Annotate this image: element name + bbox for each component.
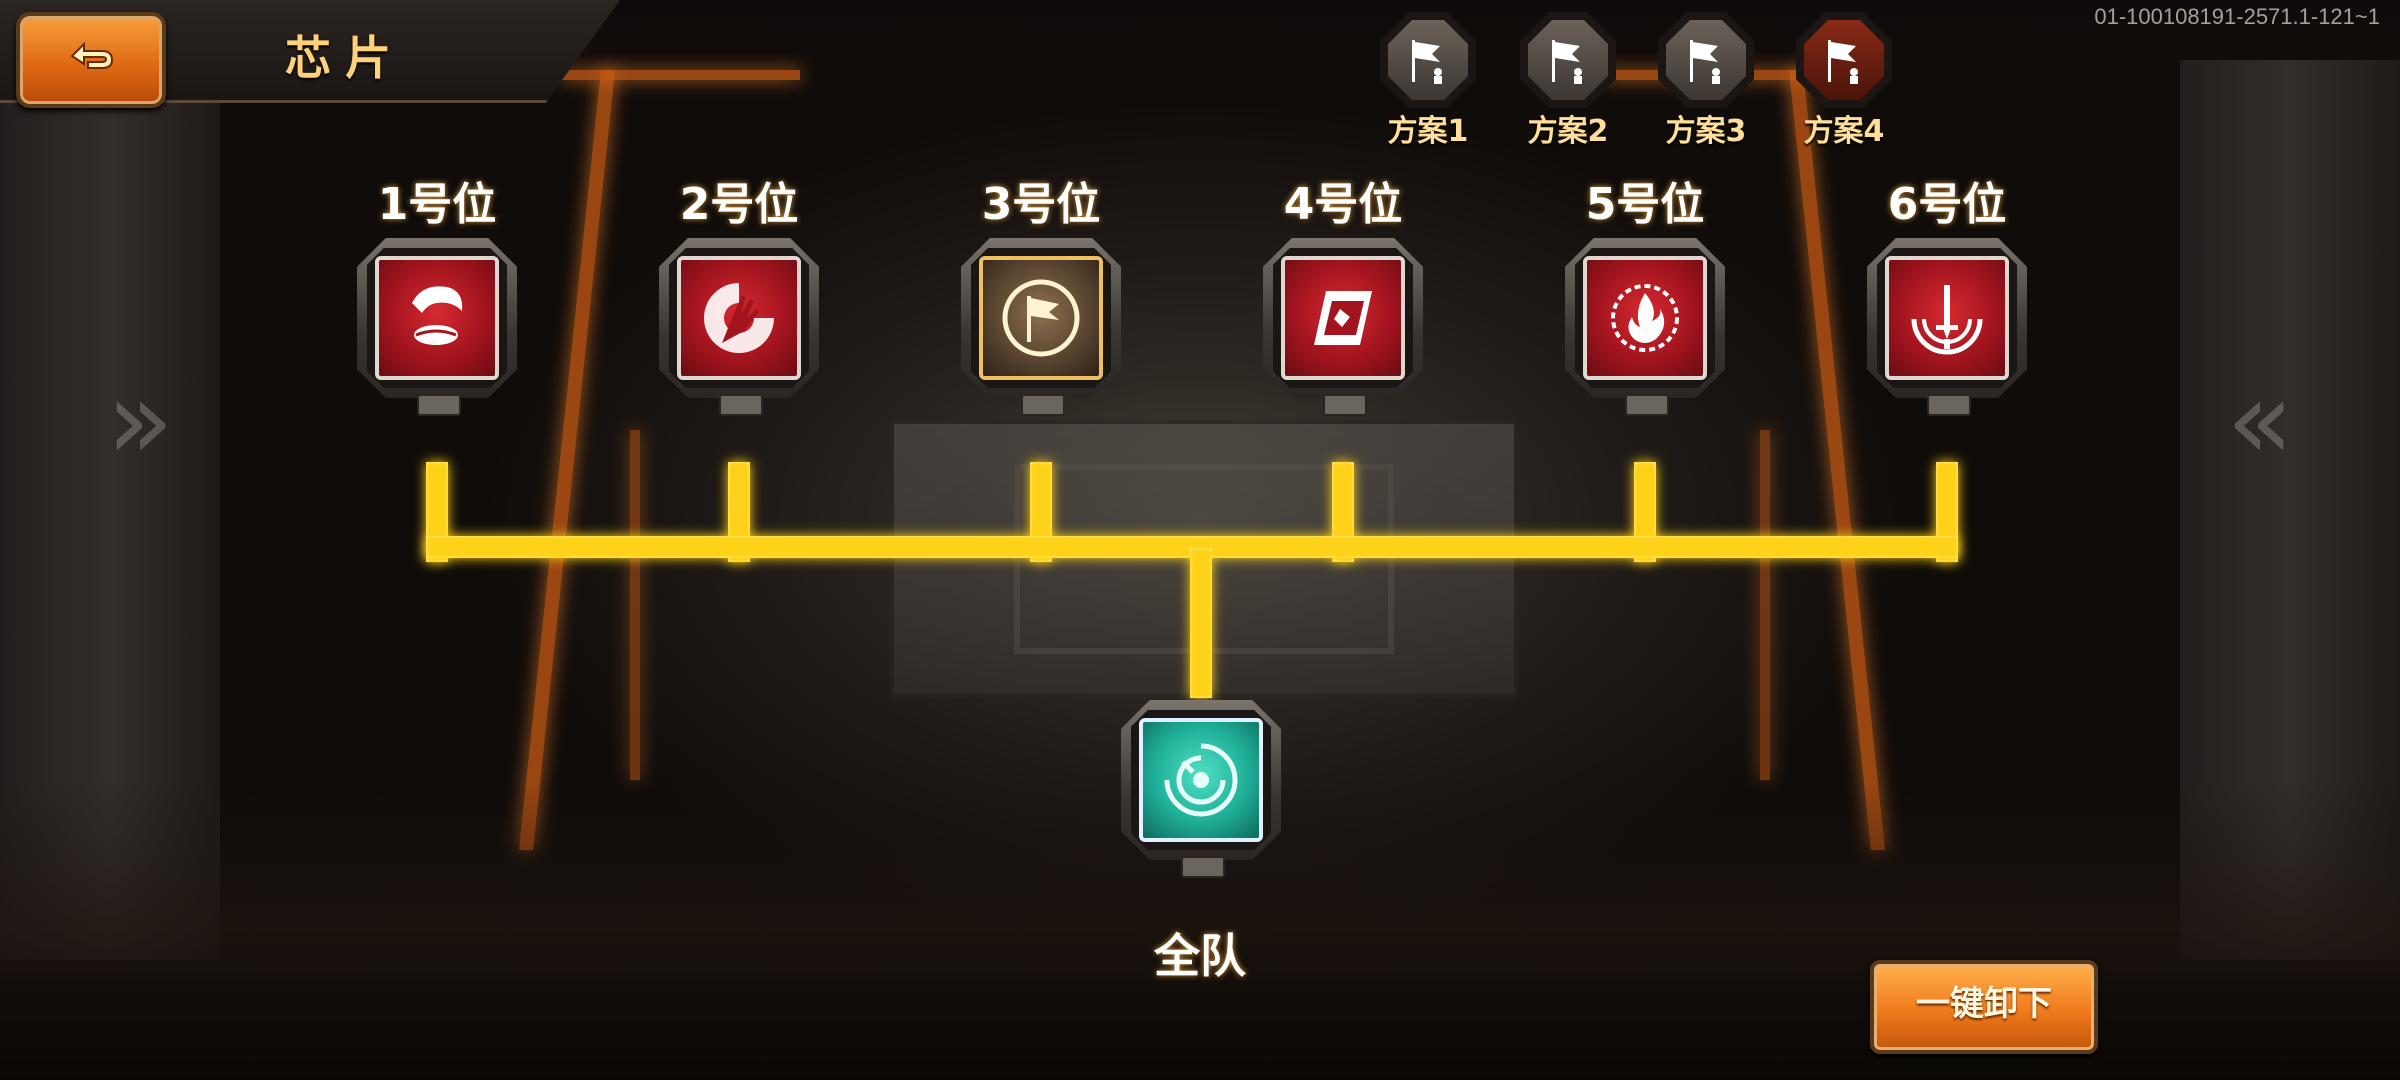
plan-label: 方案4 bbox=[1803, 114, 1885, 149]
slot-label: 6号位 bbox=[1887, 179, 2007, 230]
flag-icon bbox=[1690, 40, 1720, 84]
plan-tab-3[interactable]: 方案3 bbox=[1648, 12, 1758, 152]
chip-slot-5[interactable]: 5号位 bbox=[1545, 168, 1745, 438]
hand-icon bbox=[704, 283, 774, 353]
sword-icon bbox=[1911, 285, 1983, 355]
plan-label: 方案2 bbox=[1527, 114, 1609, 149]
card-icon bbox=[1314, 291, 1372, 345]
chip-red bbox=[1885, 256, 2009, 380]
flag-icon bbox=[1828, 40, 1858, 84]
chip-red bbox=[1583, 256, 1707, 380]
plan-label: 方案3 bbox=[1665, 114, 1747, 149]
chip-slot-3[interactable]: 3号位 bbox=[941, 168, 1141, 438]
skull-lips-icon bbox=[412, 286, 463, 345]
back-arrow-icon bbox=[70, 41, 114, 69]
page-title: 芯片 bbox=[285, 31, 405, 85]
plan-tab-4[interactable]: 方案4 bbox=[1786, 12, 1896, 152]
flame-icon bbox=[1611, 284, 1679, 352]
plan-label: 方案1 bbox=[1387, 114, 1469, 149]
flag-icon bbox=[1552, 40, 1582, 84]
chip-slot-6[interactable]: 6号位 bbox=[1847, 168, 2047, 438]
vortex-icon bbox=[1164, 743, 1238, 817]
back-button[interactable] bbox=[16, 12, 166, 108]
flag-icon bbox=[1412, 40, 1442, 84]
version-text: 01-100108191-2571.1-121~1 bbox=[2094, 4, 2380, 29]
chip-red bbox=[375, 256, 499, 380]
slot-label: 5号位 bbox=[1585, 179, 1705, 230]
slot-label: 3号位 bbox=[981, 179, 1101, 230]
slot-label: 2号位 bbox=[679, 179, 799, 230]
chip-teal bbox=[1139, 718, 1263, 842]
chip-gold bbox=[979, 256, 1103, 380]
chip-slot-team[interactable] bbox=[1101, 640, 1301, 910]
team-label: 全队 bbox=[1154, 929, 1246, 983]
chip-red bbox=[1281, 256, 1405, 380]
flag-emblem-icon bbox=[1002, 279, 1080, 357]
chip-slot-2[interactable]: 2号位 bbox=[639, 168, 839, 438]
slot-label: 1号位 bbox=[377, 179, 497, 230]
slot-label: 4号位 bbox=[1283, 179, 1403, 230]
plan-tab-1[interactable]: 方案1 bbox=[1370, 12, 1480, 152]
chip-slot-1[interactable]: 1号位 bbox=[337, 168, 537, 438]
chip-slot-4[interactable]: 4号位 bbox=[1243, 168, 1443, 438]
plan-tab-2[interactable]: 方案2 bbox=[1510, 12, 1620, 152]
chip-red bbox=[677, 256, 801, 380]
unload-all-button[interactable]: 一键卸下 bbox=[1870, 960, 2098, 1054]
